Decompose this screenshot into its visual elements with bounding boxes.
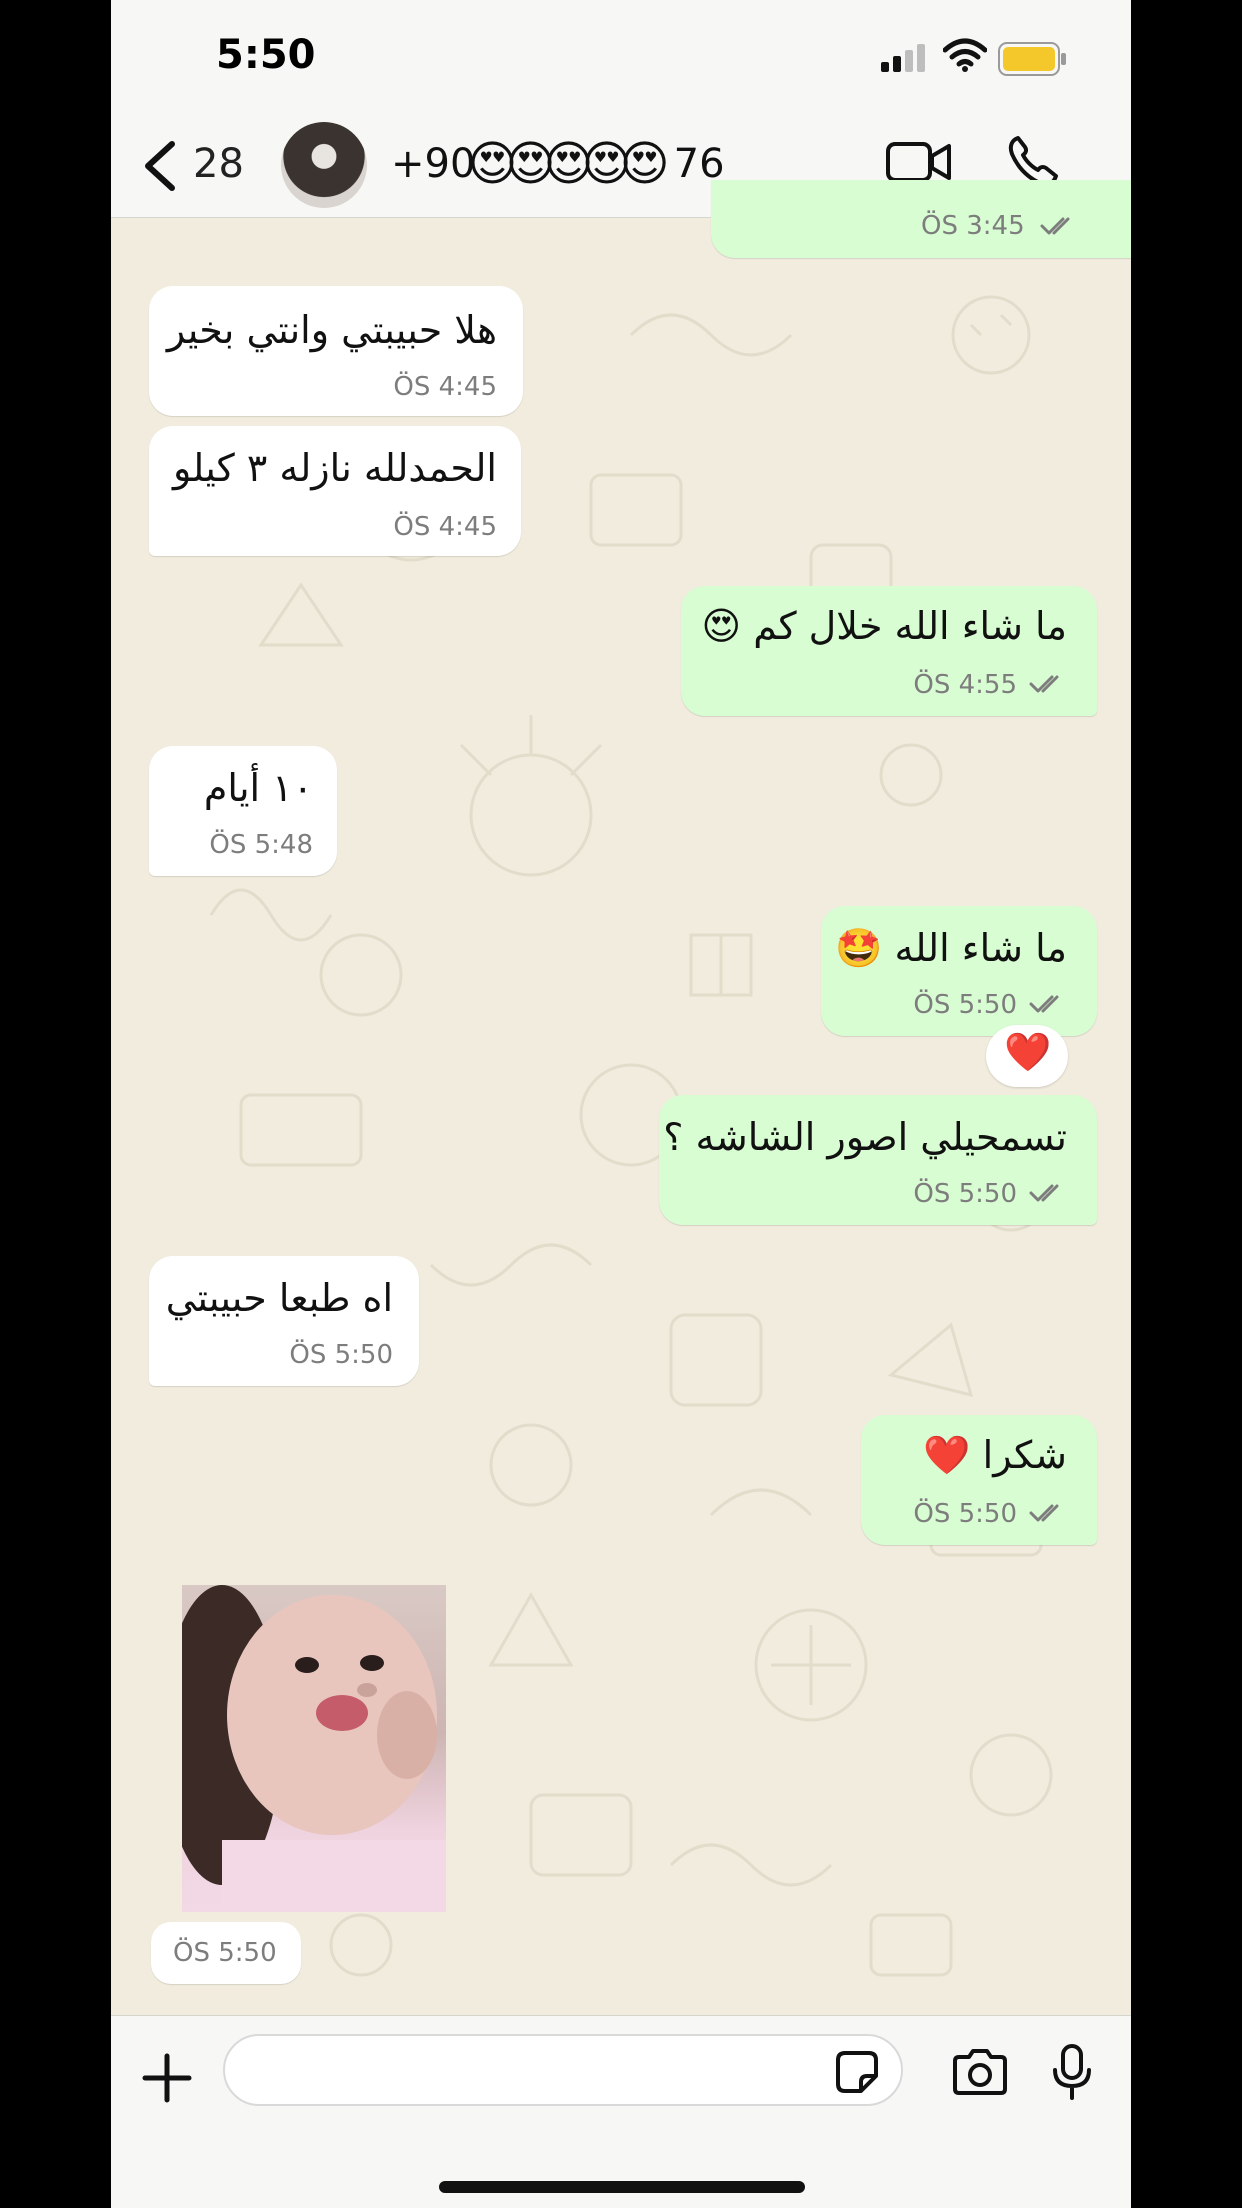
camera-icon[interactable]	[951, 2049, 1009, 2095]
message-text: ١٠ أيام	[203, 766, 313, 810]
message-bubble-outgoing[interactable]: تسمحيلي اصور الشاشه ؟ ÖS 5:50	[659, 1095, 1097, 1225]
message-text: هلا حبيبتي وانتي بخير	[166, 308, 497, 352]
message-text: اه طبعا حبيبتي	[165, 1276, 393, 1320]
message-bubble-outgoing[interactable]: ما شاء الله 🤩 ÖS 5:50	[821, 906, 1097, 1036]
message-time: ÖS 3:45	[921, 211, 1025, 241]
message-time: ÖS 4:45	[393, 512, 497, 542]
message-time: ÖS 4:55	[913, 670, 1017, 700]
message-text: شكرا ❤️	[923, 1433, 1067, 1477]
heart-reaction-icon: ❤️	[1004, 1030, 1052, 1074]
message-input[interactable]	[223, 2034, 903, 2106]
message-time: ÖS 5:50	[913, 990, 1017, 1020]
microphone-icon[interactable]	[1051, 2044, 1093, 2100]
status-time: 5:50	[216, 32, 316, 78]
message-time: ÖS 5:50	[913, 1499, 1017, 1529]
message-bubble-outgoing[interactable]: ÖS 3:45	[711, 180, 1131, 258]
back-chevron-icon[interactable]	[136, 138, 186, 194]
unread-count[interactable]: 28	[193, 141, 244, 187]
sticker-icon[interactable]	[835, 2050, 879, 2094]
battery-icon	[998, 42, 1066, 76]
message-bubble-outgoing[interactable]: شكرا ❤️ ÖS 5:50	[861, 1415, 1097, 1545]
read-ticks-icon	[1029, 675, 1059, 693]
message-bubble-incoming[interactable]: هلا حبيبتي وانتي بخير ÖS 4:45	[149, 286, 523, 416]
contact-emoji: 😍	[619, 136, 670, 192]
plus-icon[interactable]	[141, 2052, 193, 2104]
read-ticks-icon	[1029, 1184, 1059, 1202]
wifi-icon	[943, 38, 987, 72]
contact-emojis: 😍 😍 😍 😍 😍	[467, 136, 670, 192]
chat-screen: 5:50 28 +90 😍 😍 😍 😍 😍 76 ÖS 3:45 هلا حبي…	[111, 0, 1131, 2208]
contact-prefix: +90	[391, 141, 476, 187]
contact-avatar[interactable]	[281, 122, 367, 208]
message-bubble-incoming[interactable]: ١٠ أيام ÖS 5:48	[149, 746, 337, 876]
read-ticks-icon	[1029, 995, 1059, 1013]
message-bubble-outgoing[interactable]: ما شاء الله خلال كم 😍 ÖS 4:55	[681, 586, 1097, 716]
message-reaction[interactable]: ❤️	[986, 1025, 1068, 1087]
read-ticks-icon	[1029, 1504, 1059, 1522]
message-input-bar	[111, 2015, 1131, 2208]
message-time: ÖS 4:45	[393, 372, 497, 402]
message-text: تسمحيلي اصور الشاشه ؟	[663, 1115, 1067, 1159]
home-indicator	[439, 2181, 805, 2193]
photo-message[interactable]	[182, 1585, 446, 1912]
signal-icon	[881, 44, 925, 72]
photo-time-chip: ÖS 5:50	[151, 1922, 301, 1984]
message-bubble-incoming[interactable]: اه طبعا حبيبتي ÖS 5:50	[149, 1256, 419, 1386]
message-text: الحمدلله نازله ٣ كيلو	[172, 446, 497, 490]
message-time: ÖS 5:50	[913, 1179, 1017, 1209]
message-time: ÖS 5:50	[173, 1938, 277, 1968]
message-text: ما شاء الله 🤩	[835, 926, 1067, 970]
contact-name[interactable]: +90 😍 😍 😍 😍 😍 76	[391, 140, 725, 188]
read-ticks-icon	[1040, 217, 1070, 235]
message-bubble-incoming[interactable]: الحمدلله نازله ٣ كيلو ÖS 4:45	[149, 426, 521, 556]
message-time: ÖS 5:48	[209, 830, 313, 860]
message-time: ÖS 5:50	[289, 1340, 393, 1370]
video-call-icon[interactable]	[886, 140, 952, 184]
message-text: ما شاء الله خلال كم 😍	[701, 604, 1067, 648]
photo-thumbnail	[182, 1585, 446, 1912]
